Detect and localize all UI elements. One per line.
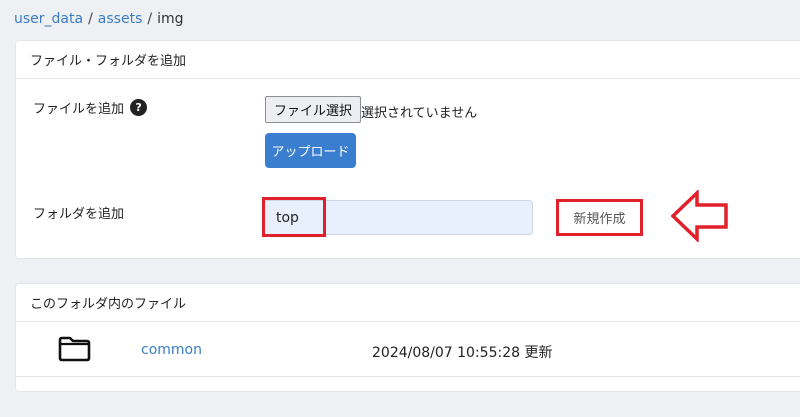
choose-file-button[interactable]: ファイル選択	[265, 96, 362, 123]
help-icon[interactable]: ?	[130, 99, 148, 116]
breadcrumb-separator: /	[147, 11, 153, 27]
card-title: このフォルダ内のファイル	[16, 284, 800, 322]
breadcrumb-link-user-data[interactable]: user_data	[14, 11, 83, 27]
card-title: ファイル・フォルダを追加	[16, 41, 800, 79]
breadcrumb: user_data / assets / img	[14, 11, 184, 27]
add-file-label-row: ファイルを追加 ?	[33, 98, 148, 117]
folder-name-input[interactable]	[264, 201, 532, 234]
breadcrumb-link-assets[interactable]: assets	[98, 11, 143, 27]
breadcrumb-separator: /	[88, 11, 93, 27]
add-file-label: ファイルを追加	[33, 102, 125, 117]
folder-name-field	[263, 200, 533, 235]
add-folder-label: フォルダを追加	[33, 207, 125, 222]
breadcrumb-current: img	[157, 11, 184, 27]
file-name-link[interactable]: common	[141, 342, 202, 358]
create-folder-button[interactable]: 新規作成	[556, 199, 643, 236]
add-files-folders-card: ファイル・フォルダを追加 ファイルを追加 ? ファイル選択 選択されていません …	[15, 40, 800, 259]
left-arrow-annotation-icon	[671, 190, 728, 242]
add-folder-label-row: フォルダを追加	[33, 203, 124, 222]
file-updated-date: 2024/08/07 10:55:28 更新	[372, 345, 553, 361]
upload-button[interactable]: アップロード	[265, 133, 356, 168]
folder-icon[interactable]	[58, 336, 91, 362]
file-selection-status: 選択されていません	[361, 106, 478, 121]
table-row: common 2024/08/07 10:55:28 更新	[16, 322, 800, 377]
folder-files-card: このフォルダ内のファイル common 2024/08/07 10:55:28 …	[15, 283, 800, 392]
